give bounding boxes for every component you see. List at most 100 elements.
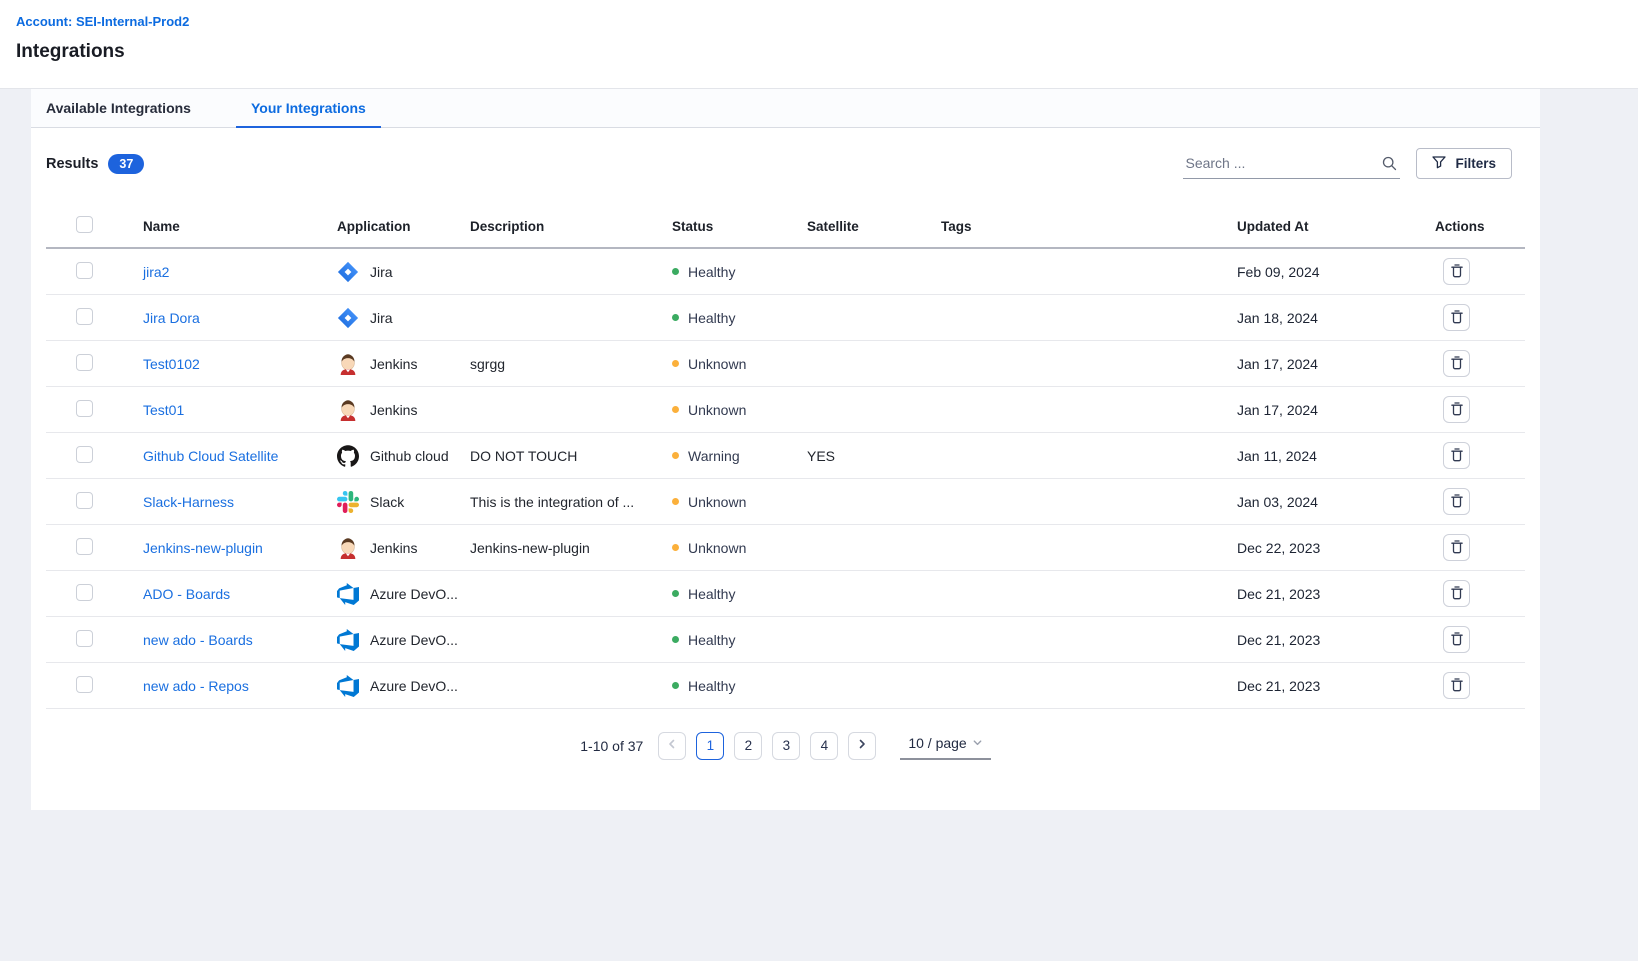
row-checkbox[interactable] [76,584,93,601]
status-label: Healthy [688,586,735,602]
integration-name-link[interactable]: Jenkins-new-plugin [143,540,263,556]
pagination-page-4[interactable]: 4 [810,732,838,760]
tab-available-integrations[interactable]: Available Integrations [31,89,206,128]
row-checkbox[interactable] [76,630,93,647]
trash-icon [1450,585,1464,603]
row-checkbox[interactable] [76,492,93,509]
status-dot [672,636,679,643]
chevron-down-icon [972,735,983,751]
row-checkbox[interactable] [76,538,93,555]
status-dot [672,452,679,459]
trash-icon [1450,631,1464,649]
status-dot [672,406,679,413]
search-input[interactable] [1183,149,1371,178]
pagination-next-button[interactable] [848,732,876,760]
table-row: new ado - Repos Azure DevO... Healthy De… [46,663,1525,709]
azure-devops-icon [337,629,359,651]
description-cell: This is the integration of ... [470,494,672,510]
pagination-page-3[interactable]: 3 [772,732,800,760]
delete-button[interactable] [1443,258,1470,285]
table-row: Slack-Harness Slack This is the integrat… [46,479,1525,525]
pagination-prev-button[interactable] [658,732,686,760]
trash-icon [1450,677,1464,695]
pagination-page-2[interactable]: 2 [734,732,762,760]
column-header-tags: Tags [941,219,1237,234]
table-row: Jenkins-new-plugin Jenkins Jenkins-new-p… [46,525,1525,571]
jira-icon [337,261,359,283]
integration-name-link[interactable]: jira2 [143,264,169,280]
integration-name-link[interactable]: new ado - Repos [143,678,249,694]
pagination: 1-10 of 37 1234 10 / page [46,731,1525,760]
delete-button[interactable] [1443,534,1470,561]
column-header-actions: Actions [1435,219,1525,234]
integration-name-link[interactable]: Github Cloud Satellite [143,448,278,464]
table-row: Jira Dora Jira Healthy Jan 18, 2024 [46,295,1525,341]
status-dot [672,590,679,597]
integration-name-link[interactable]: ADO - Boards [143,586,230,602]
integration-name-link[interactable]: Test0102 [143,356,200,372]
integrations-table: NameApplicationDescriptionStatusSatellit… [46,205,1525,709]
pagination-page-1[interactable]: 1 [696,732,724,760]
status-label: Unknown [688,356,746,372]
trash-icon [1450,401,1464,419]
integration-name-link[interactable]: Jira Dora [143,310,200,326]
application-label: Github cloud [370,448,449,464]
status-dot [672,544,679,551]
status-dot [672,498,679,505]
delete-button[interactable] [1443,396,1470,423]
integration-name-link[interactable]: Slack-Harness [143,494,234,510]
row-checkbox[interactable] [76,400,93,417]
delete-button[interactable] [1443,350,1470,377]
updated-at-cell: Dec 21, 2023 [1237,678,1435,694]
application-label: Jira [370,310,393,326]
delete-button[interactable] [1443,442,1470,469]
select-all-checkbox[interactable] [76,216,93,233]
chevron-right-icon [856,738,868,753]
application-label: Azure DevO... [370,586,458,602]
chevron-left-icon [666,738,678,753]
trash-icon [1450,447,1464,465]
row-checkbox[interactable] [76,262,93,279]
delete-button[interactable] [1443,672,1470,699]
table-row: Test0102 Jenkins sgrgg Unknown Jan 17, 2… [46,341,1525,387]
application-label: Jenkins [370,540,417,556]
row-checkbox[interactable] [76,308,93,325]
updated-at-cell: Feb 09, 2024 [1237,264,1435,280]
results-label: Results [46,156,98,172]
integration-name-link[interactable]: Test01 [143,402,184,418]
account-link[interactable]: Account: SEI-Internal-Prod2 [16,14,189,29]
page-size-label: 10 / page [908,735,966,751]
updated-at-cell: Dec 22, 2023 [1237,540,1435,556]
row-checkbox[interactable] [76,446,93,463]
status-label: Unknown [688,494,746,510]
tab-your-integrations[interactable]: Your Integrations [236,89,381,128]
delete-button[interactable] [1443,626,1470,653]
table-body: jira2 Jira Healthy Feb 09, 2024 [46,249,1525,709]
description-cell: sgrgg [470,356,672,372]
status-label: Healthy [688,310,735,326]
slack-icon [337,491,359,513]
updated-at-cell: Jan 11, 2024 [1237,448,1435,464]
description-cell: DO NOT TOUCH [470,448,672,464]
github-icon [337,445,359,467]
trash-icon [1450,263,1464,281]
column-header-name: Name [143,219,337,234]
delete-button[interactable] [1443,580,1470,607]
table-row: ADO - Boards Azure DevO... Healthy Dec 2… [46,571,1525,617]
filter-funnel-icon [1432,156,1446,172]
application-label: Azure DevO... [370,632,458,648]
delete-button[interactable] [1443,488,1470,515]
page-size-select[interactable]: 10 / page [900,731,990,760]
application-label: Jira [370,264,393,280]
updated-at-cell: Jan 17, 2024 [1237,402,1435,418]
row-checkbox[interactable] [76,676,93,693]
column-header-application: Application [337,219,470,234]
updated-at-cell: Jan 17, 2024 [1237,356,1435,372]
description-cell: Jenkins-new-plugin [470,540,672,556]
row-checkbox[interactable] [76,354,93,371]
integration-name-link[interactable]: new ado - Boards [143,632,253,648]
column-header-satellite: Satellite [807,219,941,234]
delete-button[interactable] [1443,304,1470,331]
status-label: Unknown [688,540,746,556]
filters-button[interactable]: Filters [1416,148,1512,179]
